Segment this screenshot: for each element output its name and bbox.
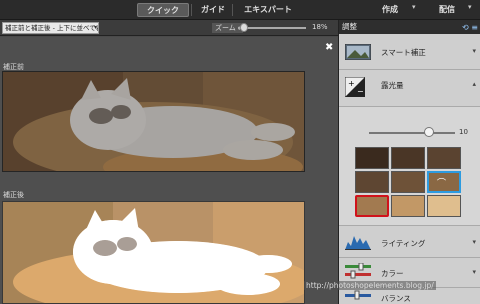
preset-thumbnail[interactable] <box>391 147 425 169</box>
close-icon[interactable]: ✖ <box>325 42 333 53</box>
panel-item-label: バランス <box>381 294 411 303</box>
view-mode-value: 補正前と補正後 - 上下に並べて表示 <box>5 24 99 32</box>
preset-thumbnail[interactable] <box>355 147 389 169</box>
watermark-url: http://photoshopelements.blog.jp/ <box>304 281 436 290</box>
preset-thumbnail[interactable] <box>427 195 461 217</box>
zoom-slider-thumb[interactable] <box>240 23 248 32</box>
chevron-down-icon[interactable]: ▾ <box>472 238 476 246</box>
lighting-icon <box>345 236 371 250</box>
preset-thumbnail-highlighted[interactable] <box>355 195 389 217</box>
divider <box>232 4 233 16</box>
exposure-value: 10 <box>459 128 468 136</box>
chevron-down-icon[interactable]: ▾ <box>412 3 416 11</box>
smart-fix-icon <box>345 44 371 60</box>
panel-item-lighting[interactable]: ライティング ▾ <box>339 225 480 258</box>
mode-expert-button[interactable]: エキスパート <box>236 3 300 17</box>
panel-item-balance[interactable]: バランス <box>339 288 480 304</box>
share-button[interactable]: 配信 <box>433 3 461 17</box>
exposure-slider-thumb[interactable] <box>424 127 434 137</box>
before-photo <box>2 71 305 172</box>
view-options-bar: 補正前と補正後 - 上下に並べて表示 ▾ ズーム : 18% <box>0 20 338 36</box>
panel-item-label: スマート補正 <box>381 48 426 57</box>
panel-title: 調整 <box>342 22 357 31</box>
zoom-value: 18% <box>312 23 328 31</box>
svg-text:+: + <box>348 79 355 88</box>
svg-text:−: − <box>357 87 364 96</box>
chevron-down-icon: ▾ <box>93 24 97 31</box>
chevron-down-icon[interactable]: ▾ <box>472 47 476 55</box>
preset-thumbnail[interactable] <box>391 171 425 193</box>
zoom-slider-track[interactable] <box>238 27 306 29</box>
exposure-slider-track[interactable] <box>369 132 455 134</box>
undo-icon: ⌒ <box>437 179 447 189</box>
view-mode-select[interactable]: 補正前と補正後 - 上下に並べて表示 ▾ <box>2 22 99 34</box>
preset-thumbnail[interactable] <box>391 195 425 217</box>
mode-guide-button[interactable]: ガイド <box>196 3 230 17</box>
color-icon <box>345 263 371 279</box>
after-photo <box>2 201 305 304</box>
exposure-icon: + − <box>345 77 365 97</box>
reset-icon[interactable]: ⟲ ≡ <box>462 21 478 35</box>
create-button[interactable]: 作成 <box>376 3 404 17</box>
chevron-down-icon[interactable]: ▾ <box>472 268 476 276</box>
chevron-up-icon[interactable]: ▴ <box>472 80 476 88</box>
mode-bar: クイック ガイド エキスパート 作成 ▾ 配信 ▾ <box>0 0 480 20</box>
panel-item-exposure[interactable]: + − 露光量 ▴ <box>339 70 480 107</box>
divider <box>191 4 192 16</box>
panel-item-label: カラー <box>381 269 404 278</box>
balance-icon <box>345 290 371 300</box>
mode-quick-button[interactable]: クイック <box>137 3 189 17</box>
adjustments-panel: 調整 ⟲ ≡ スマート補正 ▾ + − 露光量 ▴ 10 ⌒ ライティング ▾ … <box>338 20 480 304</box>
preset-thumbnail-current[interactable]: ⌒ <box>427 171 461 193</box>
after-label: 補正後 <box>3 191 24 199</box>
panel-header: 調整 ⟲ ≡ <box>339 20 480 34</box>
panel-item-label: ライティング <box>381 239 426 248</box>
preset-thumbnail[interactable] <box>355 171 389 193</box>
panel-item-label: 露光量 <box>381 81 404 90</box>
panel-item-smart-fix[interactable]: スマート補正 ▾ <box>339 34 480 70</box>
chevron-down-icon[interactable]: ▾ <box>468 3 472 11</box>
preset-thumbnail[interactable] <box>427 147 461 169</box>
